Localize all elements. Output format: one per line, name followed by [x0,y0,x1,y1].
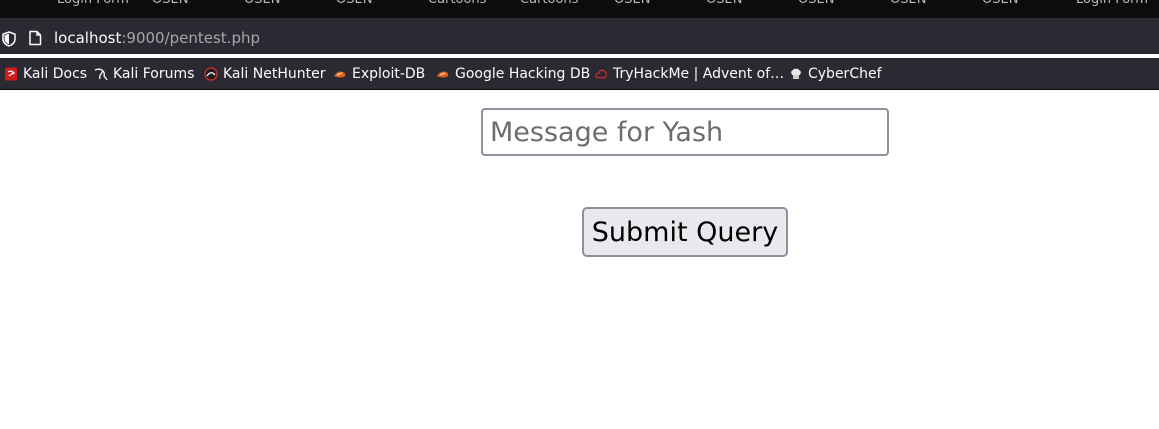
bookmark-kali-docs[interactable]: Kali Docs [4,58,87,89]
tab-strip: Login Form OSEN OSEN OSEN Cartoons Carto… [0,0,1159,18]
bookmark-cyberchef[interactable]: CyberChef [789,58,882,89]
bookmarks-toolbar: Kali Docs Kali Forums Kali NetHunter Exp… [0,58,1159,89]
bookmark-label: TryHackMe | Advent of… [613,65,785,82]
submit-query-button[interactable]: Submit Query [582,207,788,257]
tab-osen-8[interactable]: OSEN [982,0,1022,9]
url-host: localhost [54,29,122,47]
bookmark-exploit-db[interactable]: Exploit-DB [333,58,425,89]
exploit-db-icon [333,67,347,81]
message-input[interactable] [481,108,889,156]
bookmark-kali-forums[interactable]: Kali Forums [94,58,194,89]
tab-osen-3[interactable]: OSEN [336,0,376,9]
exploit-db-icon [436,67,450,81]
page-info-icon[interactable] [28,30,42,46]
bookmark-tryhackme[interactable]: TryHackMe | Advent of… [594,58,784,89]
tab-osen-6[interactable]: OSEN [798,0,838,9]
nethunter-icon [204,66,218,81]
url-path: :9000/pentest.php [121,29,261,47]
bookmark-google-hacking-db[interactable]: Google Hacking DB [436,58,590,89]
bookmark-label: Google Hacking DB [455,65,591,82]
kali-docs-icon [4,67,18,81]
url-bar[interactable]: localhost:9000/pentest.php [0,22,1159,54]
page-content: Submit Query [0,90,1159,429]
bookmark-label: CyberChef [808,65,882,82]
tab-osen-4[interactable]: OSEN [614,0,654,9]
bookmark-kali-nethunter[interactable]: Kali NetHunter [204,58,325,89]
bookmark-label: Kali Forums [113,65,195,82]
tryhackme-icon [594,67,608,81]
tab-cartoons-2[interactable]: Cartoons [520,0,590,9]
bookmark-label: Kali NetHunter [223,65,326,82]
tracking-protection-shield-icon[interactable] [2,31,16,47]
tab-login-form-2[interactable]: Login Form [1076,0,1159,9]
tab-osen-1[interactable]: OSEN [152,0,192,9]
bookmark-label: Kali Docs [23,65,88,82]
bookmark-label: Exploit-DB [352,65,426,82]
tab-login-form-1[interactable]: Login Form [57,0,129,9]
tab-cartoons-1[interactable]: Cartoons [428,0,498,9]
cyberchef-icon [789,67,803,81]
tab-osen-2[interactable]: OSEN [244,0,284,9]
tab-osen-5[interactable]: OSEN [706,0,746,9]
tab-osen-7[interactable]: OSEN [890,0,930,9]
url-text[interactable]: localhost:9000/pentest.php [54,29,260,47]
kali-dragon-icon [94,67,108,81]
